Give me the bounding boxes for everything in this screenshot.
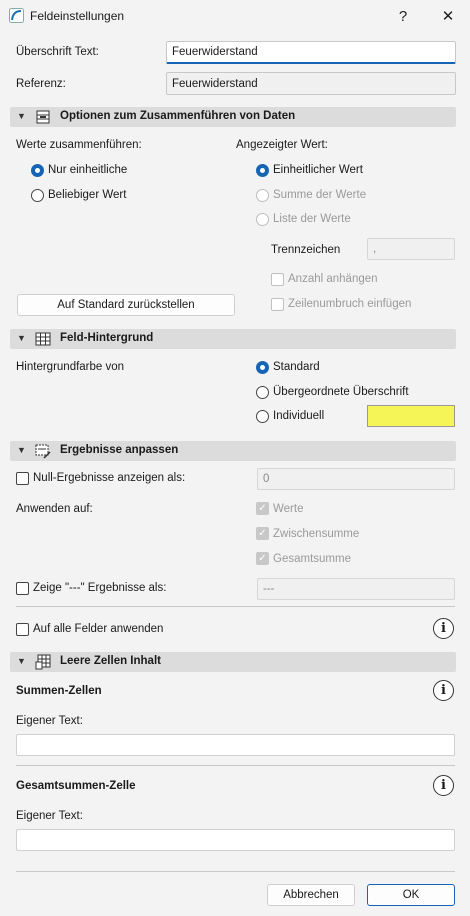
apply-to-label: Anwenden auf: bbox=[16, 503, 93, 515]
separator-input[interactable]: , bbox=[367, 238, 455, 260]
radio-unique-only-label[interactable]: Nur einheitliche bbox=[48, 164, 127, 176]
window-title: Feldeinstellungen bbox=[30, 9, 125, 23]
section-title: Leere Zellen Inhalt bbox=[60, 655, 161, 667]
section-title: Ergebnisse anpassen bbox=[60, 444, 179, 456]
info-icon[interactable]: i bbox=[433, 775, 454, 796]
own-text-label: Eigener Text: bbox=[16, 715, 83, 727]
caption-text-label: Überschrift Text: bbox=[16, 46, 99, 58]
checkbox-apply-all-fields[interactable] bbox=[16, 623, 29, 636]
close-button[interactable]: ✕ bbox=[434, 4, 462, 28]
radio-any-value-label[interactable]: Beliebiger Wert bbox=[48, 189, 126, 201]
checkbox-apply-total[interactable]: ✓ bbox=[256, 552, 269, 565]
info-icon[interactable]: i bbox=[433, 680, 454, 701]
apply-values-label: Werte bbox=[273, 503, 304, 515]
radio-bg-custom-label[interactable]: Individuell bbox=[273, 410, 324, 422]
chevron-down-icon[interactable]: ▼ bbox=[17, 333, 26, 343]
checkbox-apply-values[interactable]: ✓ bbox=[256, 502, 269, 515]
sum-cells-text-input[interactable] bbox=[16, 734, 455, 756]
radio-bg-default-label[interactable]: Standard bbox=[273, 361, 320, 373]
null-results-label: Null-Ergebnisse anzeigen als: bbox=[33, 472, 186, 484]
radio-bg-parent-header[interactable] bbox=[256, 386, 269, 399]
merge-values-label: Werte zusammenführen: bbox=[16, 139, 142, 151]
empty-cells-icon bbox=[35, 654, 51, 670]
radio-list-values[interactable] bbox=[256, 213, 269, 226]
radio-bg-parent-header-label[interactable]: Übergeordnete Überschrift bbox=[273, 386, 409, 398]
radio-bg-custom[interactable] bbox=[256, 410, 269, 423]
radio-unique-only[interactable] bbox=[31, 164, 44, 177]
dash-results-label: Zeige "---" Ergebnisse als: bbox=[33, 582, 167, 594]
background-color-label: Hintergrundfarbe von bbox=[16, 361, 125, 373]
cancel-button[interactable]: Abbrechen bbox=[267, 884, 355, 906]
chevron-down-icon[interactable]: ▼ bbox=[17, 656, 26, 666]
shown-value-label: Angezeigter Wert: bbox=[236, 139, 328, 151]
section-merge-options[interactable]: ▼ Optionen zum Zusammenführen von Daten bbox=[10, 107, 456, 127]
checkbox-line-break[interactable] bbox=[271, 298, 284, 311]
section-empty-cells[interactable]: ▼ Leere Zellen Inhalt bbox=[10, 652, 456, 672]
app-icon bbox=[9, 8, 24, 23]
total-cell-text-input[interactable] bbox=[16, 829, 455, 851]
caption-text-input[interactable]: Feuerwiderstand bbox=[166, 41, 456, 64]
checkbox-append-count[interactable] bbox=[271, 273, 284, 286]
separator-label: Trennzeichen bbox=[271, 244, 341, 256]
total-cell-heading: Gesamtsummen-Zelle bbox=[16, 780, 136, 792]
reference-field: Feuerwiderstand bbox=[166, 72, 456, 95]
radio-any-value[interactable] bbox=[31, 189, 44, 202]
radio-uniform-value[interactable] bbox=[256, 164, 269, 177]
reset-default-button[interactable]: Auf Standard zurückstellen bbox=[17, 294, 235, 316]
chevron-down-icon[interactable]: ▼ bbox=[17, 111, 26, 121]
own-text-label: Eigener Text: bbox=[16, 810, 83, 822]
line-break-label: Zeilenumbruch einfügen bbox=[288, 298, 412, 310]
radio-bg-default[interactable] bbox=[256, 361, 269, 374]
section-adjust-results[interactable]: ▼ Ergebnisse anpassen bbox=[10, 441, 456, 461]
section-title: Optionen zum Zusammenführen von Daten bbox=[60, 110, 296, 122]
apply-total-label: Gesamtsumme bbox=[273, 553, 351, 565]
grid-table-icon bbox=[35, 332, 51, 346]
section-field-background[interactable]: ▼ Feld-Hintergrund bbox=[10, 329, 456, 349]
radio-sum-values[interactable] bbox=[256, 189, 269, 202]
sum-cells-heading: Summen-Zellen bbox=[16, 685, 102, 697]
edit-table-icon bbox=[35, 444, 51, 459]
radio-sum-values-label[interactable]: Summe der Werte bbox=[273, 189, 366, 201]
section-title: Feld-Hintergrund bbox=[60, 332, 154, 344]
checkbox-null-results[interactable] bbox=[16, 472, 29, 485]
help-button[interactable]: ? bbox=[389, 4, 417, 28]
null-results-input[interactable]: 0 bbox=[257, 468, 455, 490]
ok-button[interactable]: OK bbox=[367, 884, 455, 906]
radio-uniform-value-label[interactable]: Einheitlicher Wert bbox=[273, 164, 363, 176]
reference-label: Referenz: bbox=[16, 78, 66, 90]
dash-results-input[interactable]: --- bbox=[257, 578, 455, 600]
apply-subtotal-label: Zwischensumme bbox=[273, 528, 360, 540]
color-swatch[interactable] bbox=[367, 405, 455, 427]
radio-list-values-label[interactable]: Liste der Werte bbox=[273, 213, 351, 225]
merge-table-icon bbox=[36, 110, 50, 124]
info-icon[interactable]: i bbox=[433, 618, 454, 639]
apply-all-fields-label: Auf alle Felder anwenden bbox=[33, 623, 164, 635]
divider bbox=[16, 765, 455, 766]
checkbox-apply-subtotal[interactable]: ✓ bbox=[256, 527, 269, 540]
checkbox-dash-results[interactable] bbox=[16, 582, 29, 595]
append-count-label: Anzahl anhängen bbox=[288, 273, 378, 285]
divider bbox=[16, 606, 455, 607]
divider bbox=[16, 871, 455, 872]
chevron-down-icon[interactable]: ▼ bbox=[17, 445, 26, 455]
